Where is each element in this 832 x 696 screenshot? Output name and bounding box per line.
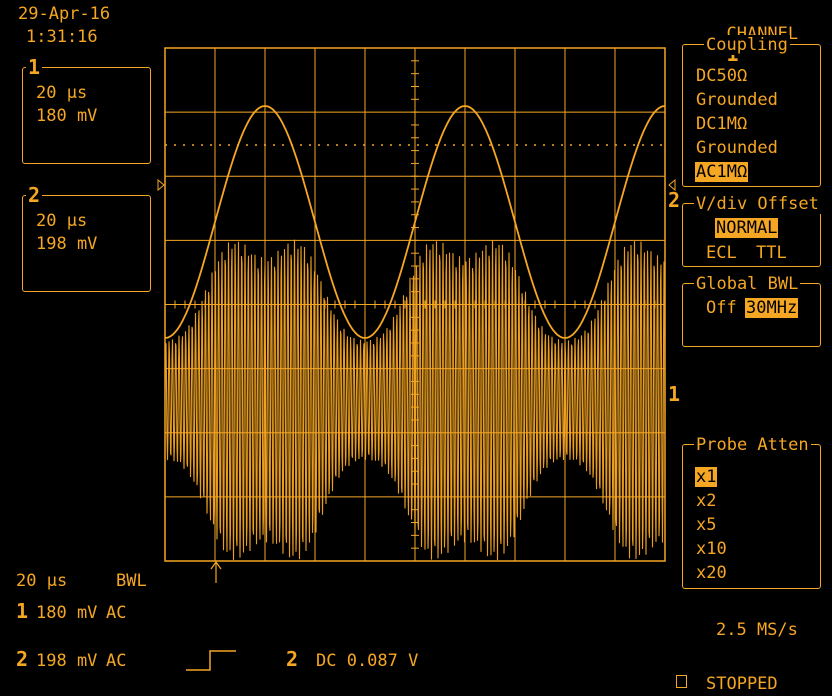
ch1-level-marker: 1 bbox=[668, 382, 681, 406]
vdiv-option-ecl[interactable]: ECL bbox=[706, 243, 737, 263]
coupling-option-ac1m[interactable]: AC1MΩ bbox=[695, 162, 749, 182]
probe-option-x5[interactable]: x5 bbox=[696, 515, 716, 535]
bwl-option-off[interactable]: Off bbox=[706, 298, 737, 318]
coupling-option-dc1m[interactable]: DC1MΩ bbox=[696, 114, 747, 134]
probe-option-x1[interactable]: x1 bbox=[695, 467, 718, 487]
footer-ch1-id: 1 bbox=[16, 599, 29, 623]
coupling-option-grounded-2[interactable]: Grounded bbox=[696, 138, 778, 158]
footer-timebase: 20 µs bbox=[16, 571, 68, 591]
footer-bwl: BWL bbox=[116, 571, 147, 591]
footer-ch2-volts: 198 mV bbox=[36, 651, 98, 671]
footer-ch2-coupling: AC bbox=[106, 651, 127, 671]
vdiv-option-normal[interactable]: NORMAL bbox=[715, 218, 779, 238]
coupling-option-dc50[interactable]: DC50Ω bbox=[696, 66, 747, 86]
footer-ch2-id: 2 bbox=[16, 647, 29, 671]
trigger-info: DC 0.087 V bbox=[316, 651, 419, 671]
global-bwl-title: Global BWL bbox=[694, 274, 801, 294]
probe-atten-title: Probe Atten bbox=[694, 435, 811, 455]
acquisition-status: STOPPED bbox=[706, 674, 778, 694]
stopped-indicator-icon bbox=[676, 675, 687, 688]
coupling-menu-title: Coupling bbox=[704, 35, 790, 55]
footer-ch1-coupling: AC bbox=[106, 603, 127, 623]
probe-option-x20[interactable]: x20 bbox=[696, 563, 727, 583]
footer-ch1-volts: 180 mV bbox=[36, 603, 98, 623]
probe-option-x2[interactable]: x2 bbox=[696, 491, 716, 511]
vdiv-option-ttl[interactable]: TTL bbox=[756, 243, 787, 263]
trigger-source-id: 2 bbox=[286, 647, 299, 671]
trigger-edge-icon bbox=[186, 650, 236, 671]
vdiv-offset-title: V/div Offset bbox=[694, 194, 821, 214]
probe-option-x10[interactable]: x10 bbox=[696, 539, 727, 559]
coupling-option-grounded-1[interactable]: Grounded bbox=[696, 90, 778, 110]
trigger-position-arrow-icon bbox=[210, 560, 222, 583]
ch2-level-marker: 2 bbox=[668, 188, 681, 212]
bwl-option-30mhz[interactable]: 30MHz bbox=[745, 298, 799, 318]
sample-rate: 2.5 MS/s bbox=[716, 620, 798, 640]
left-level-arrow-icon bbox=[157, 178, 165, 192]
